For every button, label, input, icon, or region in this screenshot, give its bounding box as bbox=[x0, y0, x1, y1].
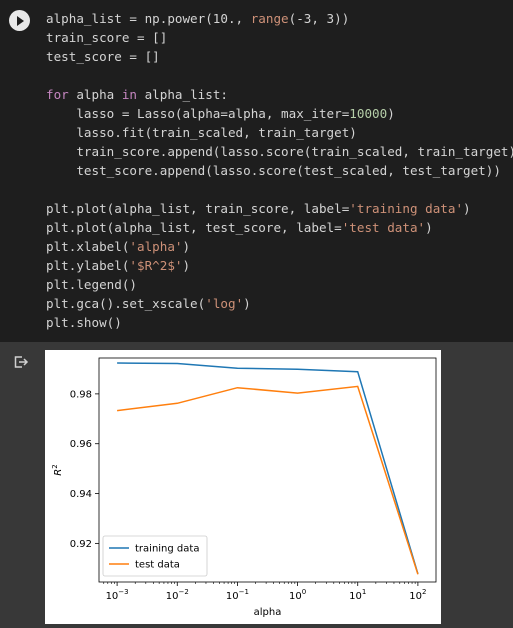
code-token: plt.ylabel( bbox=[46, 258, 130, 273]
code-token: plt.plot(alpha_list, test_score, label= bbox=[46, 220, 342, 235]
code-token: plt.xlabel( bbox=[46, 239, 130, 254]
x-tick-label: 100 bbox=[289, 588, 306, 602]
code-token: (-3, 3)) bbox=[288, 11, 350, 26]
code-line: plt.show() bbox=[46, 313, 513, 332]
code-token: lasso = Lasso(alpha=alpha, max_iter= bbox=[46, 106, 350, 121]
code-token: ) bbox=[463, 201, 471, 216]
x-tick-label: 101 bbox=[349, 588, 366, 602]
code-line: lasso = Lasso(alpha=alpha, max_iter=1000… bbox=[46, 104, 513, 123]
code-token: lasso.fit(train_scaled, train_target) bbox=[46, 125, 357, 140]
x-tick-label: 10−3 bbox=[106, 588, 129, 602]
code-token: 'log' bbox=[205, 296, 244, 311]
code-token: ) bbox=[243, 296, 251, 311]
plot-output: 10−3 10−2 10−1 100 101 102 0.92 0.94 0.96 0.98 alp… bbox=[45, 350, 441, 624]
y-tick-label: 0.98 bbox=[70, 389, 92, 400]
x-axis-label: alpha bbox=[254, 607, 282, 618]
code-token: '$R^2$' bbox=[129, 258, 183, 273]
code-token: ) bbox=[182, 239, 191, 254]
code-token: alpha_list = np.power(10., bbox=[46, 11, 251, 26]
x-tick-label: 10−1 bbox=[226, 588, 249, 602]
code-editor[interactable]: alpha_list = np.power(10., range(-3, 3))… bbox=[46, 9, 513, 332]
code-token: 'alpha' bbox=[129, 239, 183, 254]
code-line: plt.legend() bbox=[46, 275, 513, 294]
code-token: 'test data' bbox=[341, 220, 426, 235]
code-line: plt.xlabel('alpha') bbox=[46, 237, 513, 256]
code-token: range bbox=[250, 11, 289, 26]
code-token: plt.show() bbox=[46, 315, 122, 330]
code-token: ) bbox=[425, 220, 433, 235]
code-line: plt.gca().set_xscale('log') bbox=[46, 294, 513, 313]
code-token: ) bbox=[387, 106, 395, 121]
code-token: plt.gca().set_xscale( bbox=[46, 296, 206, 311]
code-line: test_score.append(lasso.score(test_scale… bbox=[46, 161, 513, 180]
code-token: for bbox=[46, 87, 69, 102]
output-redirect-icon[interactable] bbox=[13, 354, 29, 370]
code-token: 10000 bbox=[349, 106, 388, 121]
output-area: 10−3 10−2 10−1 100 101 102 0.92 0.94 0.96 0.98 alp… bbox=[0, 342, 513, 628]
code-line: train_score = [] bbox=[46, 28, 513, 47]
code-line: plt.ylabel('$R^2$') bbox=[46, 256, 513, 275]
y-tick-label: 0.94 bbox=[70, 489, 92, 500]
code-token: plt.legend() bbox=[46, 277, 137, 292]
code-token: plt.plot(alpha_list, train_score, label= bbox=[46, 201, 350, 216]
code-line: alpha_list = np.power(10., range(-3, 3)) bbox=[46, 9, 513, 28]
code-token: test_score.append(lasso.score(test_scale… bbox=[46, 163, 501, 178]
code-line: plt.plot(alpha_list, train_score, label=… bbox=[46, 199, 513, 218]
code-line: lasso.fit(train_scaled, train_target) bbox=[46, 123, 513, 142]
code-token: in bbox=[121, 87, 137, 102]
code-token: 'training data' bbox=[349, 201, 464, 216]
legend-label-0: training data bbox=[135, 544, 199, 555]
code-cell[interactable]: alpha_list = np.power(10., range(-3, 3))… bbox=[0, 0, 513, 342]
code-token: test_score = [] bbox=[46, 49, 160, 64]
code-line: test_score = [] bbox=[46, 47, 513, 66]
code-token: alpha bbox=[68, 87, 122, 102]
code-line: plt.plot(alpha_list, test_score, label='… bbox=[46, 218, 513, 237]
legend-label-1: test data bbox=[135, 560, 180, 571]
y-tick-label: 0.96 bbox=[70, 439, 92, 450]
x-tick-label: 10−2 bbox=[166, 588, 189, 602]
x-tick-label: 102 bbox=[409, 588, 426, 602]
code-token: ) bbox=[182, 258, 191, 273]
code-line: for alpha in alpha_list: bbox=[46, 85, 513, 104]
r2-vs-alpha-chart: 10−3 10−2 10−1 100 101 102 0.92 0.94 0.96 0.98 alp… bbox=[51, 357, 437, 618]
y-tick-label: 0.92 bbox=[70, 539, 92, 550]
run-cell-button[interactable] bbox=[9, 10, 30, 31]
code-token: alpha_list: bbox=[137, 87, 228, 102]
code-line: train_score.append(lasso.score(train_sca… bbox=[46, 142, 513, 161]
y-axis-label: R2 bbox=[51, 464, 64, 475]
code-token: train_score.append(lasso.score(train_sca… bbox=[46, 144, 513, 159]
code-token: train_score = [] bbox=[46, 30, 168, 45]
